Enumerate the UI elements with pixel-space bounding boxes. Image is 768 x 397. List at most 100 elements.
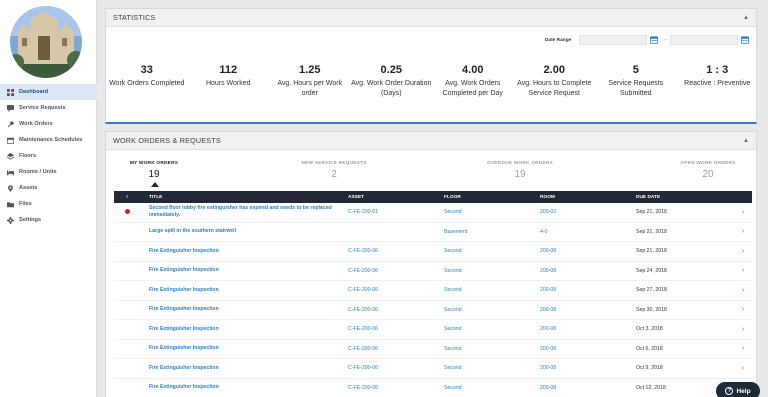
stat-label: Avg. Hours per Work order <box>277 80 343 97</box>
row-room-link[interactable]: 200-08 <box>540 326 636 332</box>
wrench-icon <box>7 120 14 128</box>
row-floor-link[interactable]: Second <box>444 385 540 391</box>
column-header-asset[interactable]: ASSET <box>348 195 444 200</box>
row-title-link[interactable]: Fire Extinguisher Inspection <box>140 365 348 372</box>
row-asset-link[interactable]: C-FE-200-01 <box>348 209 444 215</box>
row-room-link[interactable]: 200-08 <box>540 268 636 274</box>
calendar-icon[interactable] <box>741 36 749 44</box>
row-asset-link[interactable]: C-FE-200-06 <box>348 346 444 352</box>
row-room-link[interactable]: 200-08 <box>540 365 636 371</box>
table-row[interactable]: Fire Extinguisher Inspection C-FE-200-06 S… <box>114 281 752 301</box>
column-header-floor[interactable]: FLOOR <box>444 195 540 200</box>
table-row[interactable]: Second floor lobby fire extinguisher has… <box>114 203 752 223</box>
row-asset-link[interactable]: C-FE-200-06 <box>348 307 444 313</box>
chevron-right-icon[interactable]: › <box>734 365 752 372</box>
row-asset-link[interactable]: C-FE-200-06 <box>348 365 444 371</box>
work-orders-title: WORK ORDERS & REQUESTS <box>113 136 221 145</box>
row-floor-link[interactable]: Second <box>444 268 540 274</box>
column-header-title[interactable]: TITLE <box>140 194 348 201</box>
chevron-right-icon[interactable]: › <box>734 267 752 274</box>
stat-service-requests-submitted: 5 Service Requests Submitted <box>595 63 677 99</box>
row-title-link[interactable]: Fire Extinguisher Inspection <box>140 306 348 313</box>
sidebar-item-label: Dashboard <box>19 89 49 95</box>
tab-label: OVERDUE WORK ORDERS <box>487 161 553 166</box>
row-asset-link[interactable]: C-FE-200-06 <box>348 287 444 293</box>
chevron-right-icon[interactable]: › <box>734 345 752 352</box>
row-title-link[interactable]: Fire Extinguisher Inspection <box>140 384 348 391</box>
table-row[interactable]: Fire Extinguisher Inspection C-FE-200-06 S… <box>114 242 752 262</box>
row-room-link[interactable]: 200-08 <box>540 287 636 293</box>
column-header-due-date[interactable]: DUE DATE <box>636 195 734 200</box>
row-room-link[interactable]: 200-08 <box>540 385 636 391</box>
sidebar-item-files[interactable]: Files <box>0 196 97 212</box>
row-floor-link[interactable]: Second <box>444 209 540 215</box>
row-asset-link[interactable]: C-FE-200-06 <box>348 326 444 332</box>
table-row[interactable]: Large spill in the southern stairwell Bas… <box>114 223 752 242</box>
table-row[interactable]: Fire Extinguisher Inspection C-FE-200-06 S… <box>114 262 752 281</box>
tab-count: 20 <box>702 169 714 180</box>
chevron-right-icon[interactable]: › <box>734 248 752 255</box>
tab-new-service-requests[interactable]: NEW SERVICE REQUESTS 2 <box>294 161 374 180</box>
row-asset-link[interactable]: C-FE-200-06 <box>348 248 444 254</box>
table-row[interactable]: Fire Extinguisher Inspection C-FE-200-06 S… <box>114 340 752 359</box>
sidebar-item-settings[interactable]: Settings <box>0 212 97 228</box>
collapse-caret-icon[interactable]: ▲ <box>743 15 749 21</box>
help-label: Help <box>736 387 751 395</box>
table-row[interactable]: Fire Extinguisher Inspection C-FE-200-06 S… <box>114 359 752 379</box>
date-to-input[interactable] <box>670 35 738 45</box>
column-header-room[interactable]: ROOM <box>540 195 636 200</box>
row-floor-link[interactable]: Second <box>444 287 540 293</box>
row-due-date: Sep 30, 2018 <box>636 306 667 313</box>
row-floor-link[interactable]: Second <box>444 346 540 352</box>
row-title-link[interactable]: Fire Extinguisher Inspection <box>140 326 348 333</box>
chevron-right-icon[interactable]: › <box>734 228 752 235</box>
row-floor-link[interactable]: Basement <box>444 229 540 235</box>
tab-open-work-orders[interactable]: OPEN WORK ORDERS 20 <box>672 161 744 180</box>
stat-label: Service Requests Submitted <box>608 80 664 97</box>
chevron-right-icon[interactable]: › <box>734 306 752 313</box>
tab-my-work-orders[interactable]: MY WORK ORDERS 19 <box>126 161 182 180</box>
sidebar-item-dashboard[interactable]: Dashboard <box>0 84 97 100</box>
date-range: Date Range – <box>545 35 752 45</box>
sidebar-item-floors[interactable]: Floors <box>0 148 97 164</box>
help-button[interactable]: ? Help <box>716 382 760 397</box>
chevron-right-icon[interactable]: › <box>734 326 752 333</box>
work-order-tabs: MY WORK ORDERS 19 NEW SERVICE REQUESTS 2… <box>106 157 758 191</box>
chevron-right-icon[interactable]: › <box>734 287 752 294</box>
tab-overdue-work-orders[interactable]: OVERDUE WORK ORDERS 19 <box>480 161 560 180</box>
row-title-link[interactable]: Large spill in the southern stairwell <box>140 228 348 235</box>
row-floor-link[interactable]: Second <box>444 307 540 313</box>
row-floor-link[interactable]: Second <box>444 248 540 254</box>
row-asset-link[interactable]: C-FE-200-06 <box>348 268 444 274</box>
row-floor-link[interactable]: Second <box>444 326 540 332</box>
column-header-flag[interactable]: ! <box>114 195 140 200</box>
row-title-link[interactable]: Fire Extinguisher Inspection <box>140 345 348 352</box>
table-row[interactable]: Fire Extinguisher Inspection C-FE-200-06 S… <box>114 301 752 320</box>
row-title-link[interactable]: Fire Extinguisher Inspection <box>140 287 348 294</box>
stat-label: Avg. Hours to Complete Service Request <box>517 80 592 97</box>
table-row[interactable]: Fire Extinguisher Inspection C-FE-200-06 S… <box>114 379 752 397</box>
row-room-link[interactable]: 200-02 <box>540 209 636 215</box>
table-row[interactable]: Fire Extinguisher Inspection C-FE-200-06 S… <box>114 320 752 340</box>
date-from-input[interactable] <box>579 35 648 45</box>
alert-flag <box>114 208 140 216</box>
sidebar-item-service-requests[interactable]: Service Requests <box>0 100 97 116</box>
row-asset-link[interactable]: C-FE-200-06 <box>348 385 444 391</box>
row-title-link[interactable]: Fire Extinguisher Inspection <box>140 267 348 274</box>
row-room-link[interactable]: 200-08 <box>540 307 636 313</box>
row-title-link[interactable]: Second floor lobby fire extinguisher has… <box>140 205 348 219</box>
sidebar-item-work-orders[interactable]: Work Orders <box>0 116 97 132</box>
row-title-link[interactable]: Fire Extinguisher Inspection <box>140 248 348 255</box>
date-range-label: Date Range <box>544 37 572 43</box>
row-room-link[interactable]: 4-0 <box>540 229 636 235</box>
sidebar-item-assets[interactable]: Assets <box>0 180 97 196</box>
sidebar-item-rooms-units[interactable]: Rooms / Units <box>0 164 97 180</box>
row-room-link[interactable]: 200-08 <box>540 346 636 352</box>
row-floor-link[interactable]: Second <box>444 365 540 371</box>
calendar-icon[interactable] <box>650 36 659 44</box>
chevron-right-icon[interactable]: › <box>734 209 752 216</box>
collapse-caret-icon[interactable]: ▲ <box>743 138 749 144</box>
row-room-link[interactable]: 200-08 <box>540 248 636 254</box>
stat-avg-completed-per-day: 4.00 Avg. Work Orders Completed per Day <box>432 63 514 99</box>
sidebar-item-maintenance-schedules[interactable]: Maintenance Schedules <box>0 132 97 148</box>
